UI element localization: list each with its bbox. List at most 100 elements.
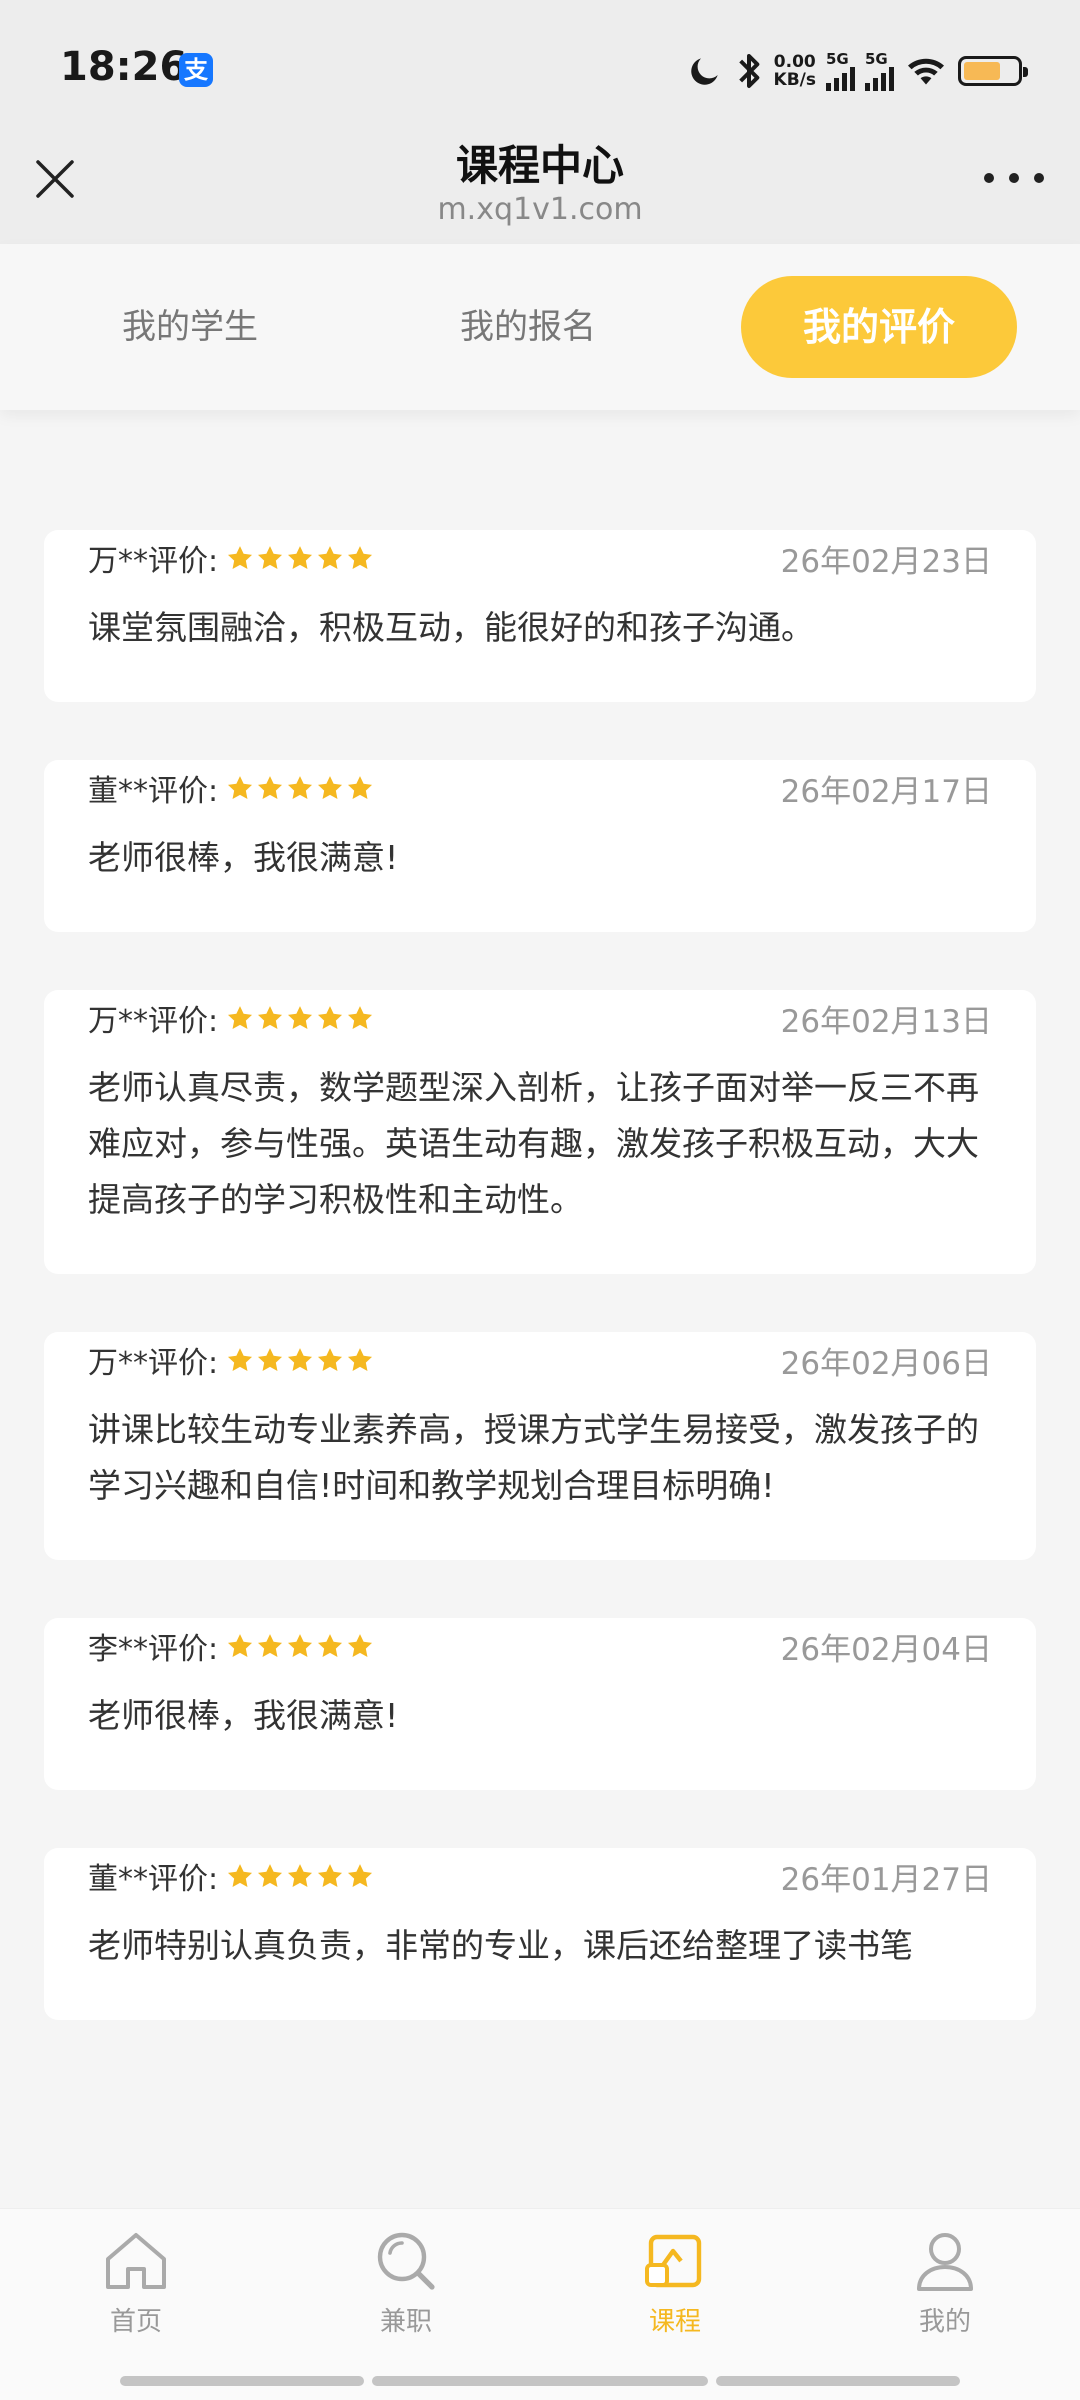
reviewer-line: 万**评价: [88, 1338, 374, 1382]
gesture-bar [120, 2376, 364, 2386]
reviewer-name: 万**评价: [88, 544, 219, 579]
star-icon [258, 1864, 283, 1887]
reviewer-line: 万**评价: [88, 996, 374, 1040]
reviewer-line: 万**评价: [88, 536, 374, 580]
do-not-disturb-moon-icon [690, 58, 718, 85]
bottom-nav-profile[interactable]: 我的 [865, 2229, 1025, 2338]
bottom-nav-course[interactable]: 课程 [595, 2229, 755, 2338]
star-icon [228, 546, 253, 569]
bottom-nav-home[interactable]: 首页 [56, 2229, 216, 2338]
star-rating [226, 1004, 374, 1032]
review-date: 26年02月04日 [780, 1631, 992, 1668]
review-card: 万**评价: 26年02月06日讲课比较生动专业素养高，授课方式学生易接受，激发孩… [44, 1332, 1036, 1560]
star-icon [348, 1864, 373, 1887]
signal-bars-icon [826, 67, 855, 91]
bottom-nav: 首页 兼职 课程 我的 [0, 2208, 1080, 2400]
page-title: 课程中心 [455, 141, 624, 190]
star-icon [348, 1634, 373, 1657]
sim1-label: 5G [826, 50, 849, 68]
star-icon [318, 546, 343, 569]
star-icon [318, 1864, 343, 1887]
reviewer-name: 董**评价: [88, 774, 219, 809]
review-header: 董**评价: 26年02月17日 [88, 760, 992, 816]
status-icons: 0.00 KB/s 5G 5G [686, 46, 1028, 96]
star-icon [348, 1348, 373, 1371]
review-comment: 老师很棒，我很满意! [88, 1696, 399, 1735]
star-icon [318, 1348, 343, 1371]
star-icon [258, 1348, 283, 1371]
reviewer-line: 董**评价: [88, 1854, 374, 1898]
review-card: 董**评价: 26年01月27日老师特别认真负责，非常的专业，课后还给整理了读书笔 [44, 1848, 1036, 2020]
bottom-nav-label: 首页 [109, 2307, 162, 2337]
review-date: 26年02月23日 [780, 543, 992, 580]
star-icon [288, 776, 313, 799]
star-icon [288, 1006, 313, 1029]
star-icon [348, 546, 373, 569]
network-speed-value: 0.00 [773, 52, 816, 72]
signal-bars-icon [865, 67, 894, 91]
star-icon [348, 1006, 373, 1029]
star-icon [318, 1634, 343, 1657]
review-header: 董**评价: 26年01月27日 [88, 1848, 992, 1904]
alipay-app-icon: 支 [179, 53, 213, 87]
search-icon [377, 2232, 435, 2290]
tab-my-reviews[interactable]: 我的评价 [741, 276, 1017, 378]
tab-my-students[interactable]: 我的学生 [50, 276, 330, 378]
bottom-nav-label: 我的 [918, 2307, 971, 2337]
review-header: 万**评价: 26年02月23日 [88, 530, 992, 586]
star-icon [228, 1348, 253, 1371]
star-rating [226, 544, 374, 572]
reviewer-name: 万**评价: [88, 1004, 219, 1039]
battery-icon [958, 56, 1028, 86]
bottom-nav-label: 兼职 [379, 2307, 432, 2337]
star-icon [288, 1634, 313, 1657]
star-icon [288, 546, 313, 569]
review-date: 26年02月06日 [780, 1345, 992, 1382]
star-icon [288, 1348, 313, 1371]
review-header: 李**评价: 26年02月04日 [88, 1618, 992, 1674]
star-icon [318, 1006, 343, 1029]
battery-level [964, 62, 1001, 80]
star-icon [258, 1634, 283, 1657]
star-rating [226, 774, 374, 802]
star-icon [258, 546, 283, 569]
bottom-nav-label: 课程 [648, 2307, 701, 2337]
gesture-bar [372, 2376, 708, 2386]
review-comment: 老师很棒，我很满意! [88, 838, 399, 877]
reviewer-line: 董**评价: [88, 766, 374, 810]
wifi-icon [908, 58, 944, 85]
status-bar: 18:26 支 0.00 KB/s 5G 5G [0, 0, 1080, 138]
review-comment: 讲课比较生动专业素养高，授课方式学生易接受，激发孩子的学习兴趣和自信!时间和教学… [88, 1410, 979, 1505]
tab-bar: 我的学生 我的报名 我的评价 [0, 244, 1080, 410]
status-time: 18:26 [60, 44, 188, 90]
review-list: 万**评价: 26年02月23日 课堂氛围融洽，积极互动，能很好的和孩子沟通。 董**… [44, 472, 1036, 2064]
sim1-signal: 5G [826, 51, 855, 91]
star-icon [228, 1634, 253, 1657]
star-rating [226, 1346, 374, 1374]
reviewer-line: 李**评价: [88, 1624, 374, 1668]
review-date: 26年02月17日 [780, 773, 992, 810]
nav-bar: 课程中心 m.xq1v1.com [0, 138, 1080, 244]
page-url: m.xq1v1.com [437, 192, 643, 227]
star-icon [318, 776, 343, 799]
review-header: 万**评价: 26年02月13日 [88, 990, 992, 1046]
review-date: 26年02月13日 [780, 1003, 992, 1040]
review-card: 董**评价: 26年02月17日老师很棒，我很满意! [44, 760, 1036, 932]
star-icon [228, 1864, 253, 1887]
star-rating [226, 1862, 374, 1890]
review-comment: 老师认真尽责，数学题型深入剖析，让孩子面对举一反三不再难应对，参与性强。英语生动… [88, 1068, 979, 1219]
review-comment: 老师特别认真负责，非常的专业，课后还给整理了读书笔 [88, 1926, 913, 1965]
review-card: 万**评价: 26年02月23日 课堂氛围融洽，积极互动，能很好的和孩子沟通。 [44, 530, 1036, 702]
review-header: 万**评价: 26年02月06日 [88, 1332, 992, 1388]
bottom-nav-part-time[interactable]: 兼职 [326, 2229, 486, 2338]
sim2-label: 5G [865, 50, 888, 68]
reviewer-name: 万**评价: [88, 1346, 219, 1381]
network-speed: 0.00 KB/s [774, 53, 816, 89]
reviewer-name: 董**评价: [88, 1862, 219, 1897]
more-options-icon[interactable] [984, 168, 1044, 188]
review-card: 万**评价: 26年02月13日老师认真尽责，数学题型深入剖析，让孩子面对举一反三… [44, 990, 1036, 1274]
home-icon [106, 2233, 166, 2289]
bluetooth-icon [738, 54, 759, 88]
tab-my-enrollments[interactable]: 我的报名 [388, 276, 668, 378]
course-icon [645, 2234, 702, 2288]
